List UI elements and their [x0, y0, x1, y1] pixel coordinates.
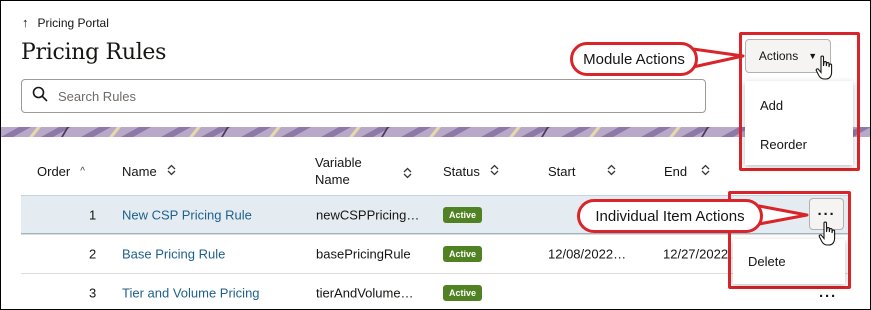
page-frame: ↑ Pricing Portal Pricing Rules Search Ru… [0, 0, 871, 310]
table-row[interactable]: 3 Tier and Volume Pricing tierAndVolume…… [21, 273, 851, 309]
hand-pointer-icon [815, 55, 833, 80]
sort-updown-icon [167, 164, 176, 179]
search-icon [32, 86, 48, 107]
row-name-link[interactable]: Tier and Volume Pricing [122, 286, 260, 301]
row-variable-name: tierAndVolume… [316, 285, 414, 301]
search-field[interactable] [21, 79, 706, 113]
column-header-variable-name[interactable]: Variable Name [315, 155, 362, 187]
column-header-order[interactable]: Order ^ [37, 164, 85, 179]
row-variable-name: basePricingRule [316, 246, 411, 262]
back-link-label: Pricing Portal [37, 15, 109, 30]
column-header-status[interactable]: Status [443, 164, 499, 179]
column-label-start: Start [548, 164, 576, 179]
sort-updown-icon[interactable] [403, 166, 412, 184]
sort-ascending-icon: ^ [80, 166, 85, 177]
search-input[interactable] [58, 88, 658, 104]
column-label-variable-line1: Variable [315, 155, 362, 170]
column-header-name[interactable]: Name [122, 164, 176, 179]
column-header-end[interactable]: End [664, 164, 710, 179]
row-variable-name: newCSPPricing… [316, 207, 420, 222]
sort-updown-icon [701, 164, 710, 179]
row-order: 1 [89, 207, 97, 222]
row-order: 3 [89, 285, 97, 301]
page-title: Pricing Rules [21, 40, 167, 65]
hand-pointer-icon [818, 221, 836, 246]
column-label-end: End [664, 164, 688, 179]
arrow-up-icon: ↑ [22, 15, 29, 30]
back-link[interactable]: ↑ Pricing Portal [22, 15, 109, 30]
callout-item-actions: Individual Item Actions [577, 199, 763, 233]
table-row[interactable]: 2 Base Pricing Rule basePricingRule Acti… [21, 234, 851, 273]
column-label-status: Status [443, 164, 480, 179]
module-actions-menu: Add Reorder [745, 81, 853, 165]
callout-pointer-module [691, 47, 745, 69]
row-order: 2 [89, 246, 97, 262]
column-label-order: Order [37, 164, 71, 179]
actions-button-label: Actions [758, 49, 799, 63]
row-name-link[interactable]: Base Pricing Rule [122, 247, 225, 262]
column-label-name: Name [122, 164, 157, 179]
menu-item-add[interactable]: Add [745, 81, 853, 125]
status-badge: Active [443, 246, 483, 262]
status-badge: Active [443, 285, 483, 301]
status-badge: Active [443, 206, 483, 223]
menu-item-reorder[interactable]: Reorder [745, 125, 853, 163]
row-name-link[interactable]: New CSP Pricing Rule [122, 207, 252, 222]
sort-updown-icon [490, 164, 499, 179]
row-start-date: 12/08/2022… [548, 246, 627, 262]
row-actions-kebab-button[interactable]: ··· [819, 288, 837, 305]
callout-pointer-item [757, 204, 809, 226]
column-label-variable-line2: Name [315, 172, 350, 187]
callout-module-actions: Module Actions [570, 42, 698, 76]
sort-updown-icon [607, 164, 616, 179]
column-header-start[interactable]: Start [548, 164, 616, 179]
